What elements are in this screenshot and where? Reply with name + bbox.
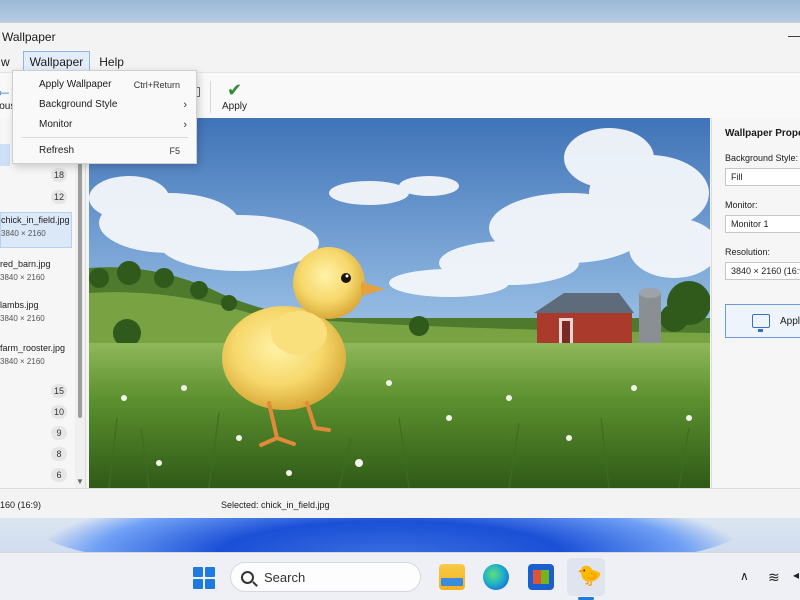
volume-icon[interactable]: ◂ (793, 568, 799, 582)
status-selected: Selected: chick_in_field.jpg (221, 500, 330, 510)
taskbar: Search 🐤 ∧ ≋ ◂ (0, 552, 800, 600)
checkmark-icon: ✔ (226, 80, 243, 100)
menu-monitor[interactable]: Monitor › (13, 115, 196, 135)
monitor-label: Monitor: (725, 200, 758, 210)
resolution-field: 3840 × 2160 (16:9) (725, 262, 800, 280)
preview-image (89, 118, 710, 488)
file-name: chick_in_field.jpg (1, 215, 70, 225)
store-icon[interactable] (528, 564, 554, 590)
menu-item-label: Background Style (39, 99, 118, 110)
minimize-button[interactable]: — (788, 28, 800, 43)
count-badge: 18 (51, 168, 67, 182)
list-scrollbar[interactable]: ▼ (75, 118, 85, 488)
resolution-label: Resolution: (725, 247, 771, 257)
file-resolution: 3840 × 2160 (0, 357, 45, 366)
count-badge: 15 (51, 384, 67, 398)
wallpaper-preview (89, 118, 710, 488)
status-resolution: 160 (16:9) (0, 500, 42, 510)
list-item-barn[interactable]: red_barn.jpg 3840 × 2160 (0, 259, 72, 282)
toolbar-separator (210, 81, 211, 113)
file-explorer-icon[interactable] (439, 564, 465, 590)
file-name: farm_rooster.jpg (0, 343, 66, 353)
monitor-select[interactable]: Monitor 1 (725, 215, 800, 233)
count-badge: 12 (51, 190, 67, 204)
scrollbar-thumb[interactable] (78, 146, 82, 418)
desktop-wallpaper (0, 515, 800, 555)
file-resolution: 3840 × 2160 (0, 314, 45, 323)
wifi-icon[interactable]: ≋ (768, 569, 780, 586)
monitor-icon (752, 314, 770, 332)
taskbar-search[interactable]: Search (230, 562, 421, 592)
chevron-right-icon: › (183, 119, 187, 131)
apply-toolbar-button[interactable]: ✔ Apply (222, 79, 247, 112)
file-resolution: 3840 × 2160 (0, 273, 45, 282)
menu-item-label: Monitor (39, 119, 73, 130)
status-bar: 160 (16:9) Selected: chick_in_field.jpg (0, 488, 800, 518)
menu-shortcut: Ctrl+Return (133, 80, 180, 90)
wallpaper-list[interactable]: 18 12 chick_in_field.jpg 3840 × 2160 red… (0, 118, 86, 488)
scroll-down-icon[interactable]: ▼ (76, 477, 84, 486)
file-name: lambs.jpg (0, 300, 39, 310)
menu-item-label: Refresh (39, 145, 75, 156)
edge-browser-icon[interactable] (483, 564, 509, 590)
list-item-lambs[interactable]: lambs.jpg 3840 × 2160 (0, 300, 72, 323)
search-placeholder: Search (264, 569, 306, 585)
menu-apply-wallpaper[interactable]: Apply Wallpaper Ctrl+Return (13, 75, 196, 95)
count-badge: 8 (51, 447, 67, 461)
list-row-selected[interactable] (0, 144, 10, 166)
start-button[interactable] (193, 567, 215, 589)
titlebar: Wallpaper — (0, 23, 800, 51)
menu-item-label: Apply Wallpaper (39, 79, 112, 90)
arrow-left-icon: ← (0, 80, 13, 100)
menu-background-style[interactable]: Background Style › (13, 95, 196, 115)
count-badge: 10 (51, 405, 67, 419)
file-resolution: 3840 × 2160 (1, 229, 46, 238)
file-name: red_barn.jpg (0, 259, 51, 269)
menu-refresh[interactable]: Refresh F5 (13, 141, 196, 161)
properties-panel: Wallpaper Properties Background Style: F… (711, 118, 800, 488)
menu-separator (21, 137, 188, 138)
search-icon (241, 570, 254, 584)
menu-shortcut: F5 (169, 146, 180, 156)
list-item-rooster[interactable]: farm_rooster.jpg 3840 × 2160 (0, 343, 72, 366)
background-style-select[interactable]: Fill (725, 168, 800, 186)
chevron-right-icon: › (183, 99, 187, 111)
apply-toolbar-label: Apply (222, 101, 248, 112)
apply-wallpaper-button[interactable]: Apply (725, 304, 800, 338)
list-item-chick[interactable]: chick_in_field.jpg 3840 × 2160 (0, 212, 72, 248)
background-style-label: Background Style: (725, 153, 799, 163)
count-badge: 9 (51, 426, 67, 440)
chick-app-icon: 🐤 (577, 565, 602, 587)
window-title: Wallpaper (2, 30, 56, 44)
count-badge: 6 (51, 468, 67, 482)
apply-button-label: Apply (780, 315, 800, 327)
properties-title: Wallpaper Properties (725, 128, 800, 139)
chevron-up-icon[interactable]: ∧ (740, 569, 749, 583)
wallpaper-menu-dropdown: Apply Wallpaper Ctrl+Return Background S… (12, 70, 197, 164)
